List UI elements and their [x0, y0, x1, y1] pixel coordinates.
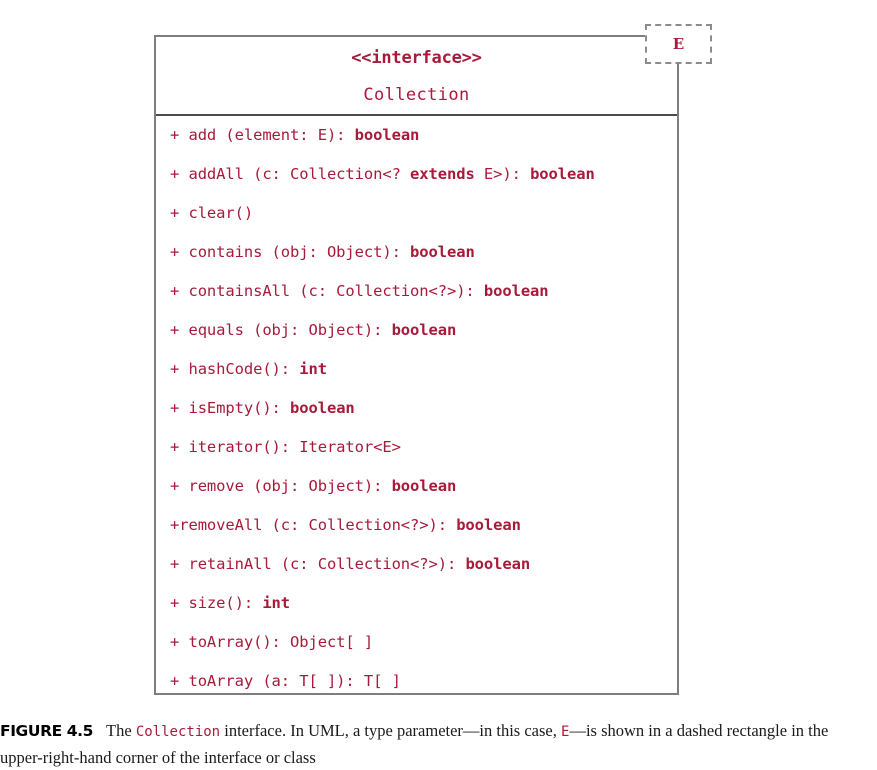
collection-class-box: <<interface>> Collection + add (element:…: [154, 35, 679, 695]
figure-number-label: FIGURE 4.5: [0, 722, 94, 740]
member-row: + addAll (c: Collection<? extends E>): b…: [170, 165, 595, 183]
interface-stereotype-label: <<interface>>: [351, 48, 482, 68]
member-row: + remove (obj: Object): boolean: [170, 477, 457, 495]
type-parameter-box: E: [645, 24, 712, 64]
type-parameter-label: E: [672, 35, 685, 53]
class-header-compartment: <<interface>> Collection: [156, 37, 677, 116]
members-compartment: + add (element: E): boolean + addAll (c:…: [156, 116, 677, 701]
member-row: + containsAll (c: Collection<?>): boolea…: [170, 282, 549, 300]
member-row: + toArray (a: T[ ]): T[ ]: [170, 672, 401, 690]
caption-text-part-2: interface. In UML, a type parameter—in t…: [220, 721, 561, 740]
member-row: + isEmpty(): boolean: [170, 399, 355, 417]
member-row: + contains (obj: Object): boolean: [170, 243, 475, 261]
member-row: + size(): int: [170, 594, 291, 612]
member-row: + toArray(): Object[ ]: [170, 633, 374, 651]
member-row: + clear(): [170, 204, 254, 222]
member-row: + equals (obj: Object): boolean: [170, 321, 457, 339]
member-row: +removeAll (c: Collection<?>): boolean: [170, 516, 521, 534]
member-row: + retainAll (c: Collection<?>): boolean: [170, 555, 531, 573]
class-name-label: Collection: [363, 85, 470, 105]
member-row: + iterator(): Iterator<E>: [170, 438, 401, 456]
member-row: + add (element: E): boolean: [170, 126, 420, 144]
figure-caption: FIGURE 4.5 The Collection interface. In U…: [0, 718, 872, 770]
uml-class-diagram: <<interface>> Collection + add (element:…: [0, 0, 877, 712]
caption-code-collection: Collection: [135, 724, 221, 740]
member-row: + hashCode(): int: [170, 360, 327, 378]
caption-text-part-1: The: [106, 721, 136, 740]
